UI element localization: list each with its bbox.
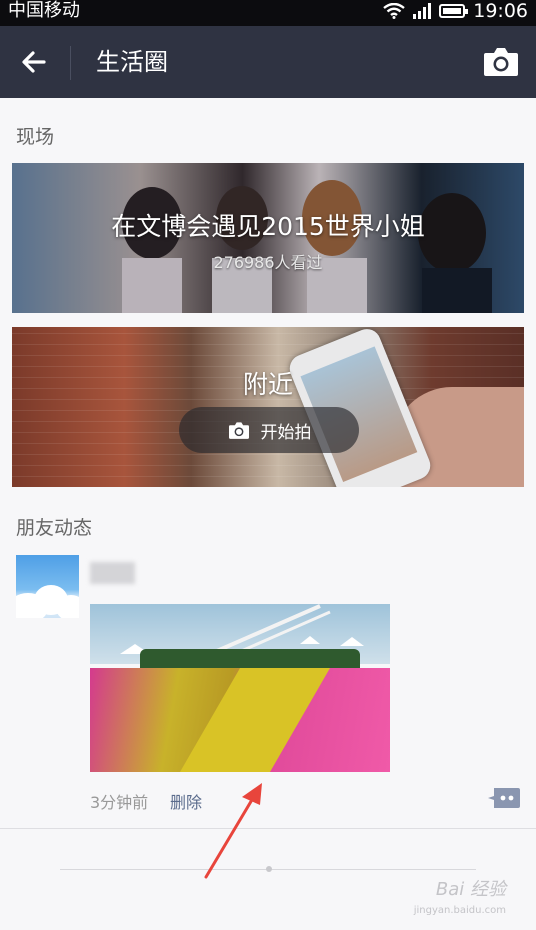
baidu-watermark-url: jingyan.baidu.com [413, 905, 506, 916]
friends-section-title: 朋友动态 [16, 517, 93, 539]
wifi-icon [383, 3, 405, 19]
event-views: 276986人看过 [213, 253, 323, 272]
header-divider [70, 46, 71, 80]
start-shooting-button[interactable]: 开始拍 [179, 407, 359, 453]
camera-icon[interactable] [482, 44, 520, 78]
avatar[interactable] [16, 555, 79, 618]
live-event-card[interactable]: 在文博会遇见2015世界小姐 276986人看过 [12, 163, 524, 313]
status-icons: 19:06 [383, 0, 528, 22]
live-section-title: 现场 [16, 126, 55, 148]
clock-label: 19:06 [473, 0, 528, 22]
page-title: 生活圈 [96, 48, 168, 76]
username-blurred[interactable] [90, 562, 135, 584]
annotation-arrow-icon [204, 783, 262, 879]
start-shooting-label: 开始拍 [260, 422, 312, 443]
nearby-title: 附近 [242, 370, 293, 399]
baidu-watermark: Bai 经验 [435, 879, 506, 900]
nearby-card[interactable]: 附近 开始拍 [12, 327, 524, 487]
battery-icon [439, 4, 469, 18]
event-title: 在文博会遇见2015世界小姐 [111, 212, 425, 241]
camera-icon [228, 422, 249, 439]
signal-icon [413, 3, 432, 19]
carrier-label: 中国移动 [8, 0, 80, 21]
comment-icon[interactable] [488, 787, 520, 809]
post-time: 3分钟前 [90, 793, 149, 812]
status-bar: 中国移动 19:06 [0, 0, 536, 26]
post-photo[interactable] [90, 604, 390, 772]
top-bar: 生活圈 [0, 26, 536, 98]
back-arrow-icon[interactable] [18, 46, 50, 78]
